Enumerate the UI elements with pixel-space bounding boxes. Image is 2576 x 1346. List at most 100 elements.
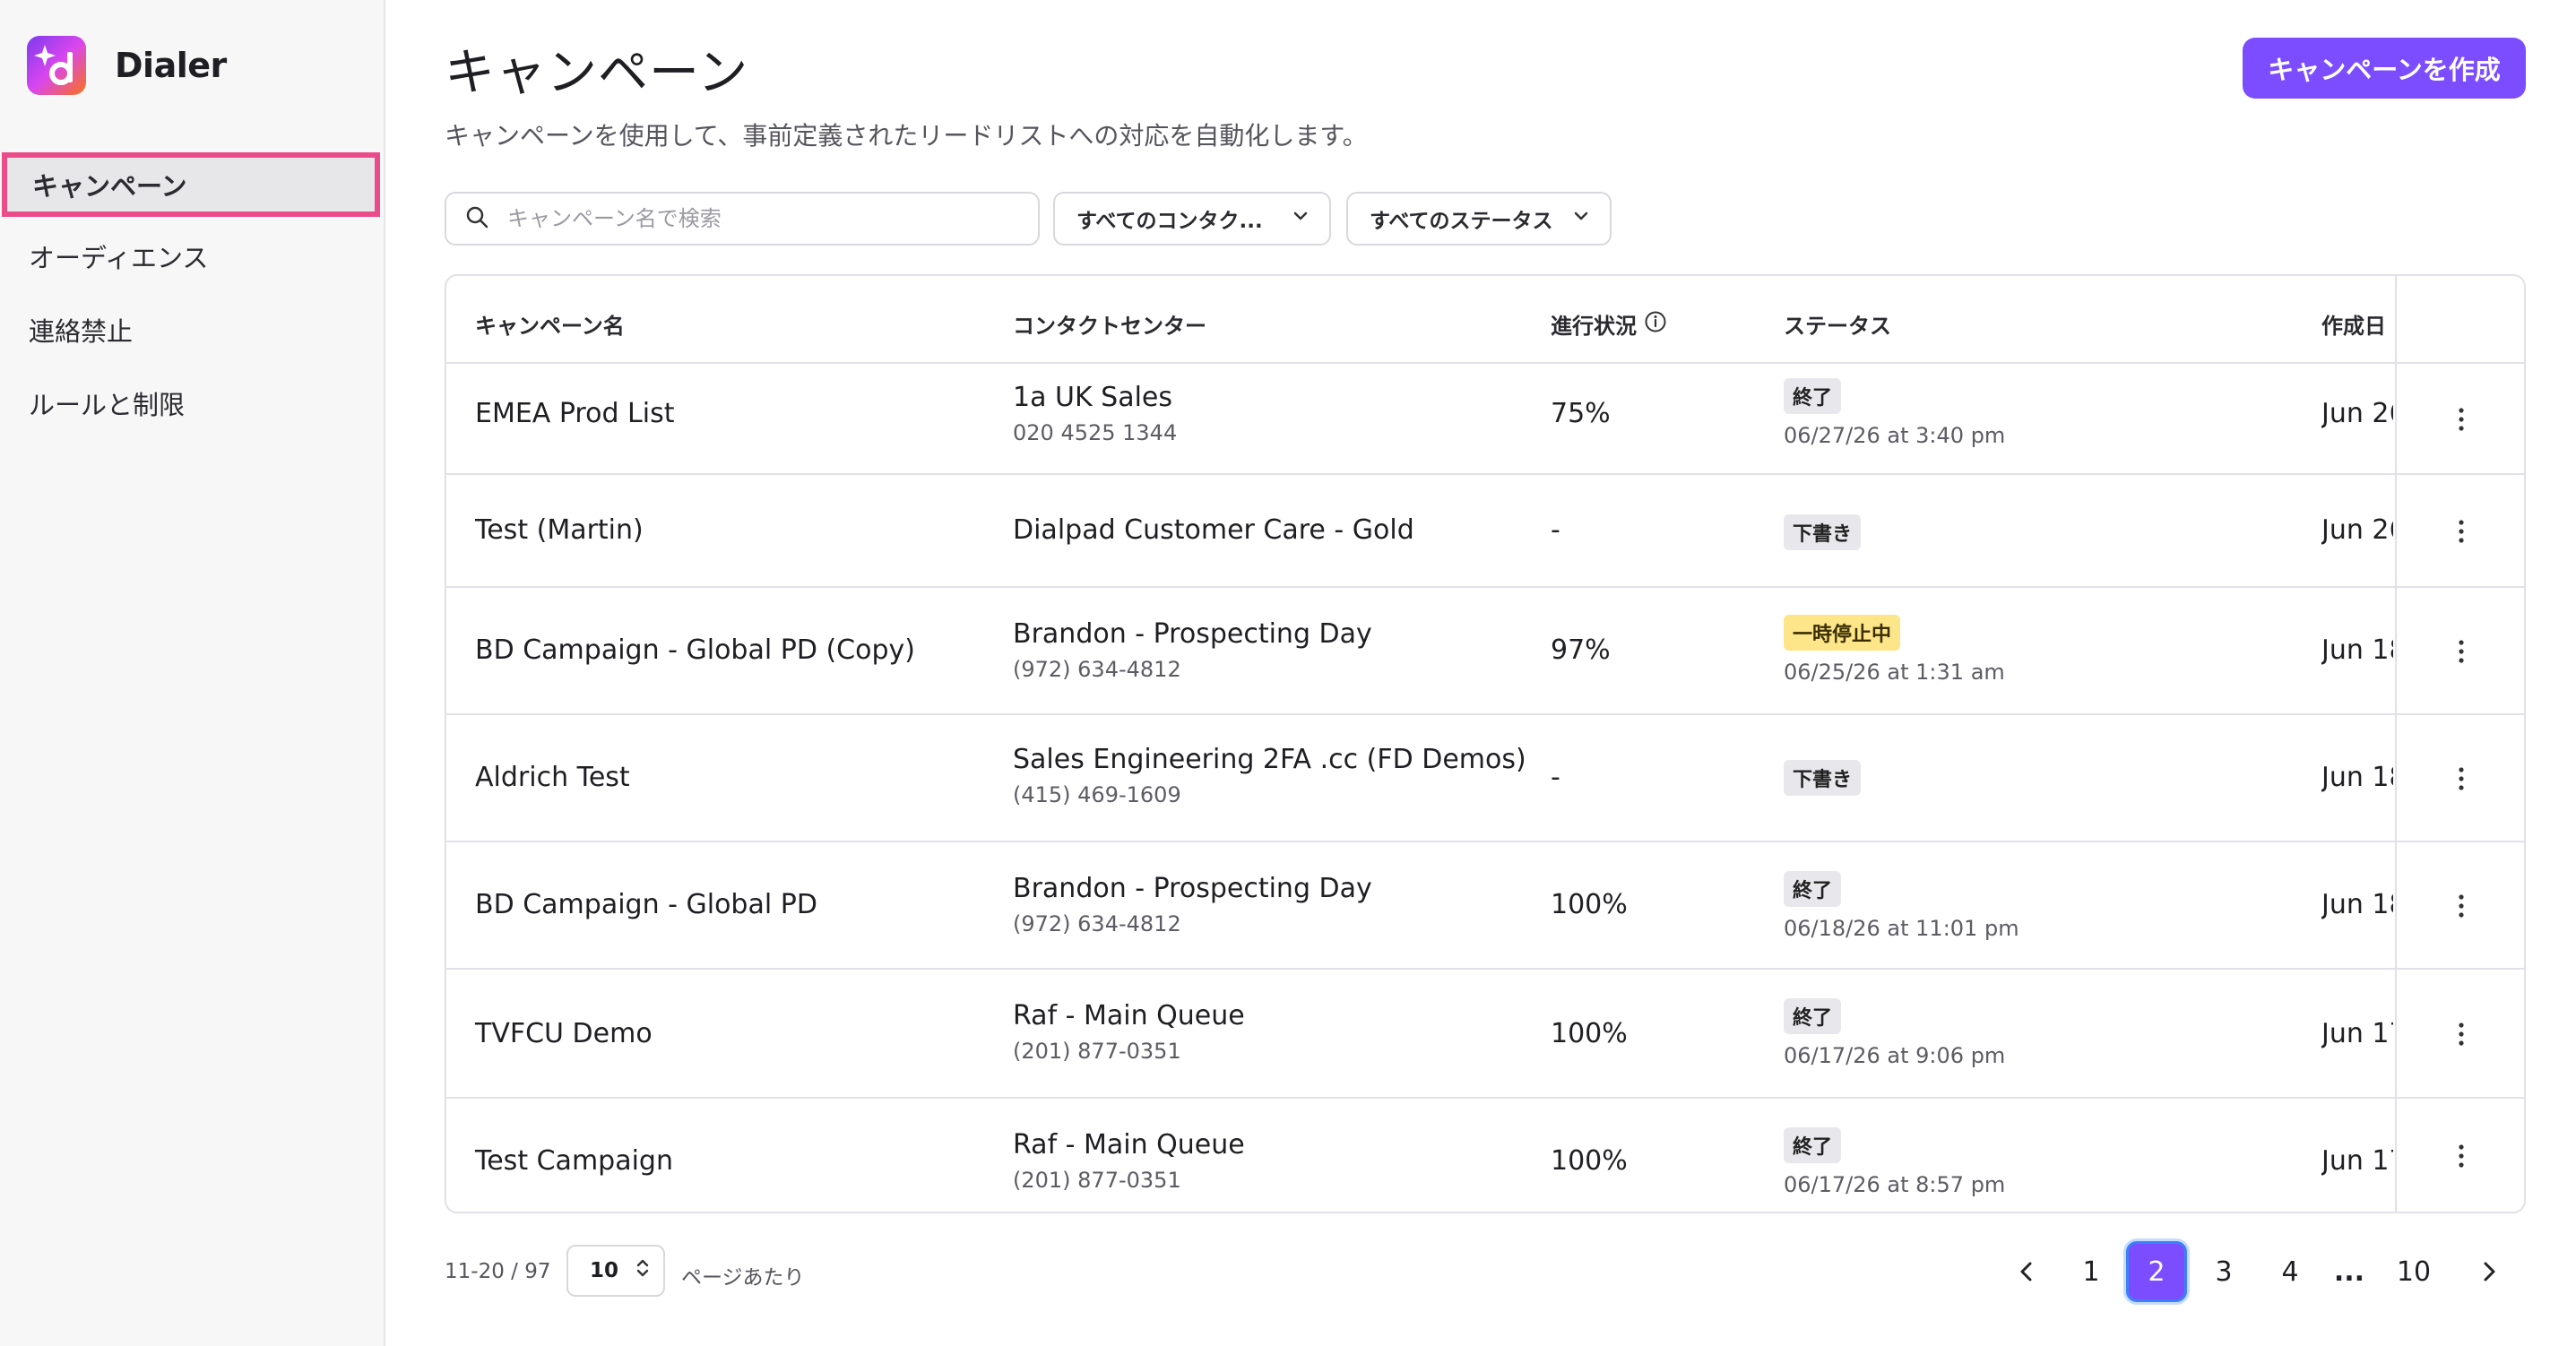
- table-row[interactable]: BD Campaign - Global PD (Copy) Brandon -…: [446, 588, 2524, 715]
- table-row[interactable]: Test Campaign Raf - Main Queue (201) 877…: [446, 1099, 2524, 1212]
- status-timestamp: 06/18/26 at 11:01 pm: [1784, 916, 2019, 941]
- more-vertical-icon[interactable]: [2443, 401, 2479, 437]
- search-input[interactable]: [506, 205, 1011, 232]
- create-campaign-button[interactable]: キャンペーンを作成: [2243, 38, 2526, 99]
- contact-center-cell: Raf - Main Queue (201) 877-0351: [1013, 1129, 1245, 1193]
- more-vertical-icon[interactable]: [2443, 513, 2479, 549]
- progress-value: -: [1551, 514, 1560, 546]
- page-button-3[interactable]: 3: [2192, 1240, 2255, 1303]
- page-button-10[interactable]: 10: [2382, 1240, 2445, 1303]
- dialer-logo-icon: [27, 36, 86, 95]
- page-number: 1: [2082, 1255, 2100, 1288]
- contact-center-phone: (972) 634-4812: [1013, 911, 1181, 936]
- status-cell: 終了 06/18/26 at 11:01 pm: [1784, 871, 2019, 941]
- more-vertical-icon[interactable]: [2443, 1138, 2479, 1174]
- contact-center-cell: 1a UK Sales 020 4525 1344: [1013, 382, 1177, 445]
- sidebar-item-do-not-contact[interactable]: 連絡禁止: [0, 296, 385, 364]
- app-brand[interactable]: Dialer: [27, 36, 227, 95]
- status-cell: 終了 06/17/26 at 9:06 pm: [1784, 998, 2005, 1068]
- row-actions-column: [2395, 276, 2524, 1212]
- search-box: [445, 192, 1040, 246]
- created-date: Jun 18: [2321, 762, 2393, 793]
- status-timestamp: 06/17/26 at 9:06 pm: [1784, 1043, 2006, 1068]
- more-vertical-icon[interactable]: [2443, 634, 2479, 669]
- page-number: 4: [2281, 1255, 2299, 1288]
- previous-page-button[interactable]: [1995, 1240, 2058, 1303]
- page-button-1[interactable]: 1: [2060, 1240, 2122, 1303]
- status-cell: 下書き: [1784, 760, 1862, 796]
- more-vertical-icon[interactable]: [2443, 888, 2479, 924]
- dropdown-label: すべてのステータス: [1370, 210, 1553, 233]
- main-content: キャンペーン キャンペーンを使用して、事前定義されたリードリストへの対応を自動化…: [385, 0, 2576, 1346]
- status-filter[interactable]: すべてのステータス: [1346, 192, 1612, 246]
- contact-center-phone: (201) 877-0351: [1013, 1039, 1181, 1064]
- sidebar-item-rules-limits[interactable]: ルールと制限: [0, 369, 385, 437]
- campaign-name[interactable]: EMEA Prod List: [475, 398, 674, 429]
- campaign-name[interactable]: Test (Martin): [475, 514, 644, 546]
- sidebar-item-audiences[interactable]: オーディエンス: [0, 222, 385, 290]
- status-badge: 終了: [1784, 378, 1842, 414]
- more-vertical-icon[interactable]: [2443, 1016, 2479, 1052]
- app-name: Dialer: [115, 46, 227, 85]
- campaign-name[interactable]: BD Campaign - Global PD (Copy): [475, 634, 915, 666]
- sidebar-item-label: オーディエンス: [29, 243, 209, 273]
- table-row[interactable]: BD Campaign - Global PD Brandon - Prospe…: [446, 842, 2524, 970]
- table-row[interactable]: TVFCU Demo Raf - Main Queue (201) 877-03…: [446, 970, 2524, 1099]
- page-number: 3: [2215, 1255, 2233, 1288]
- column-header-contact-center[interactable]: コンタクトセンター: [1013, 308, 1206, 340]
- contact-center-phone: (972) 634-4812: [1013, 657, 1181, 682]
- per-page-select[interactable]: 10: [566, 1245, 665, 1297]
- contact-center-phone: (201) 877-0351: [1013, 1168, 1181, 1193]
- column-header-status[interactable]: ステータス: [1784, 308, 1891, 340]
- more-vertical-icon[interactable]: [2443, 761, 2479, 797]
- status-timestamp: 06/17/26 at 8:57 pm: [1784, 1172, 2006, 1197]
- status-timestamp: 06/27/26 at 3:40 pm: [1784, 423, 2006, 448]
- per-page-label: ページあたり: [681, 1266, 805, 1290]
- table-row[interactable]: EMEA Prod List 1a UK Sales 020 4525 1344…: [446, 364, 2524, 475]
- page-title: キャンペーン: [445, 44, 749, 102]
- contact-center-phone: (415) 469-1609: [1013, 782, 1181, 807]
- column-header-progress[interactable]: 進行状況: [1551, 308, 1667, 340]
- campaign-name[interactable]: TVFCU Demo: [475, 1018, 653, 1049]
- current-page-number: 2: [2126, 1241, 2187, 1302]
- chevron-up-down-icon: [635, 1256, 651, 1285]
- search-icon: [464, 204, 489, 233]
- campaign-name[interactable]: Test Campaign: [475, 1145, 673, 1177]
- campaign-table: キャンペーン名 コンタクトセンター 進行状況 ステータス 作成日 EMEA Pr…: [445, 274, 2526, 1213]
- column-header-created-date[interactable]: 作成日: [2321, 308, 2386, 340]
- created-date: Jun 18: [2321, 634, 2393, 666]
- sidebar-item-label: ルールと制限: [29, 390, 186, 420]
- status-cell: 下書き: [1784, 514, 1862, 550]
- created-date: Jun 18: [2321, 889, 2393, 920]
- status-badge: 終了: [1784, 871, 1842, 907]
- chevron-right-icon: [2458, 1240, 2520, 1303]
- contact-center-name: Brandon - Prospecting Day: [1013, 618, 1372, 650]
- progress-value: 100%: [1551, 889, 1628, 920]
- status-badge: 一時停止中: [1784, 615, 1901, 651]
- ellipsis-text: ...: [2333, 1255, 2365, 1288]
- sidebar-item-campaigns[interactable]: キャンペーン: [2, 152, 380, 217]
- campaign-name[interactable]: Aldrich Test: [475, 762, 630, 793]
- column-header-label: 進行状況: [1551, 314, 1637, 339]
- contact-center-name: Brandon - Prospecting Day: [1013, 873, 1372, 904]
- info-icon[interactable]: [1644, 310, 1667, 339]
- status-cell: 終了 06/17/26 at 8:57 pm: [1784, 1127, 2005, 1197]
- dropdown-label: すべてのコンタク...: [1076, 210, 1263, 233]
- contact-center-cell: Brandon - Prospecting Day (972) 634-4812: [1013, 618, 1372, 682]
- status-badge: 終了: [1784, 1127, 1842, 1163]
- contact-center-filter[interactable]: すべてのコンタク...: [1053, 192, 1331, 246]
- column-header-name[interactable]: キャンペーン名: [475, 308, 625, 340]
- status-cell: 終了 06/27/26 at 3:40 pm: [1784, 378, 2005, 448]
- contact-center-cell: Raf - Main Queue (201) 877-0351: [1013, 1000, 1245, 1064]
- table-row[interactable]: Test (Martin) Dialpad Customer Care - Go…: [446, 475, 2524, 588]
- table-row[interactable]: Aldrich Test Sales Engineering 2FA .cc (…: [446, 715, 2524, 842]
- status-timestamp: 06/25/26 at 1:31 am: [1784, 660, 2005, 685]
- table-header: キャンペーン名 コンタクトセンター 進行状況 ステータス 作成日: [446, 276, 2524, 364]
- next-page-button[interactable]: [2458, 1240, 2520, 1303]
- page-button-2[interactable]: 2: [2126, 1240, 2187, 1303]
- campaign-name[interactable]: BD Campaign - Global PD: [475, 889, 817, 920]
- page-button-4[interactable]: 4: [2259, 1240, 2321, 1303]
- created-date: Jun 26: [2321, 398, 2393, 429]
- progress-value: 97%: [1551, 634, 1611, 666]
- contact-center-name: 1a UK Sales: [1013, 382, 1173, 413]
